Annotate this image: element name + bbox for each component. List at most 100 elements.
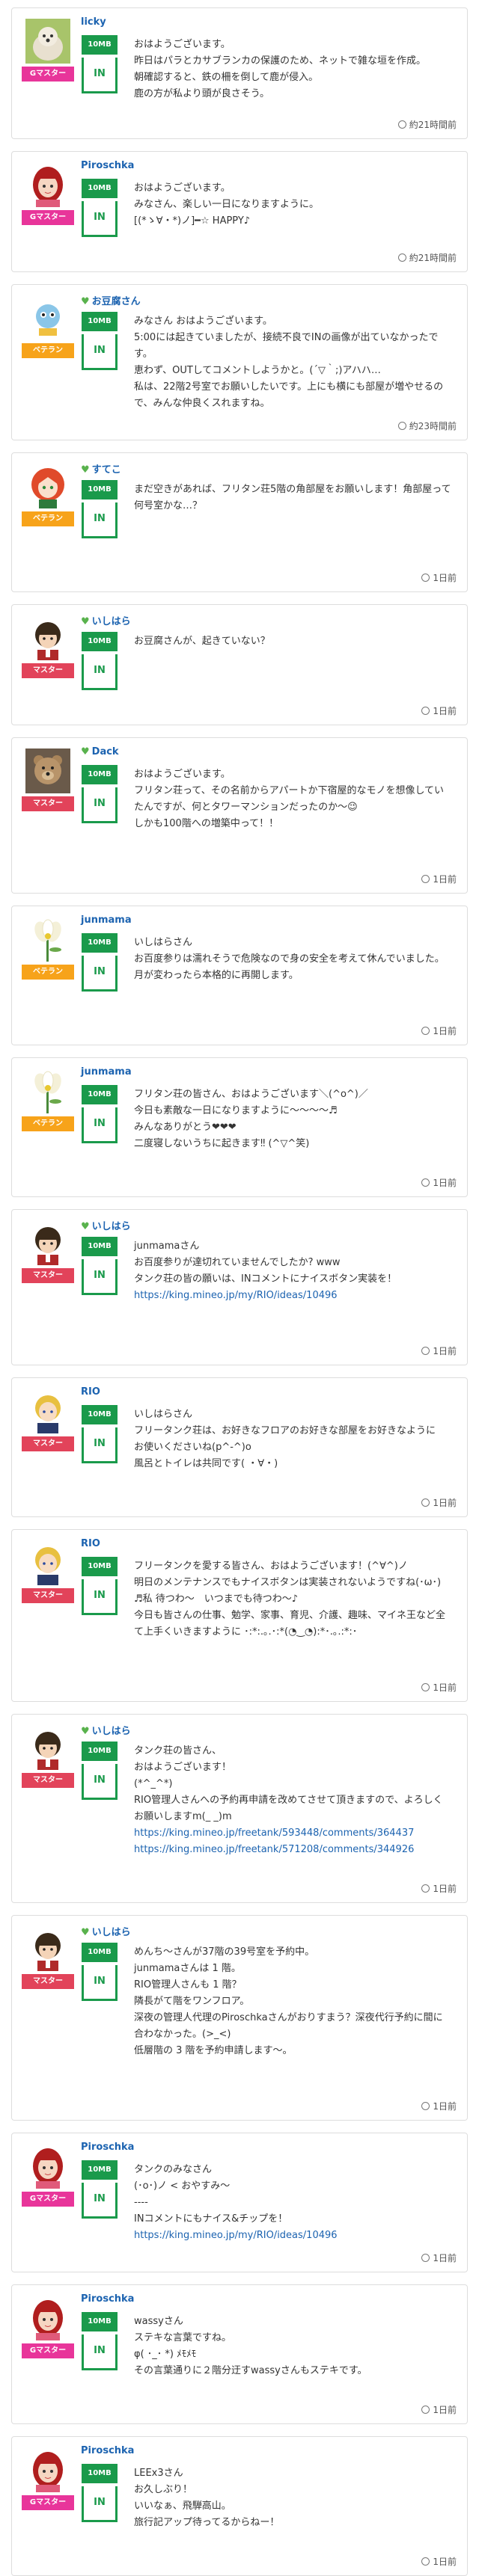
comment-body: おはようございます。 フリタン荘って、その名前からアパートか下宿屋的なモノを想像し…	[134, 766, 452, 832]
username-text[interactable]: いしはら	[92, 1726, 131, 1737]
avatar[interactable]	[25, 1725, 70, 1770]
avatar[interactable]	[25, 917, 70, 962]
beginner-leaf-icon: ♥	[81, 464, 90, 476]
username[interactable]: RIO	[81, 1386, 100, 1398]
avatar[interactable]	[25, 1220, 70, 1265]
username[interactable]: ♥ いしはら	[81, 1218, 131, 1232]
username[interactable]: ♥ いしはら	[81, 1723, 131, 1737]
timestamp-text: 1日前	[433, 2101, 457, 2112]
username[interactable]: Piroschka	[81, 2142, 134, 2153]
comment-text-line: 風呂とトイレは共同です( ・∀・)	[134, 1458, 278, 1469]
username[interactable]: ♥ いしはら	[81, 1924, 131, 1938]
comment-text-line: いいなぁ、飛騨高山。	[134, 2500, 231, 2512]
username[interactable]: junmama	[81, 1066, 132, 1078]
comment-card: マスター ♥ Dack 10MB IN おはようございます。 フリタン荘って、その名前からア…	[11, 737, 468, 894]
comment-body: wassyさん ステキな言葉ですね。 φ( ･_･ *) ﾒﾓﾒﾓ その言葉通りに２階…	[134, 2314, 452, 2379]
avatar[interactable]	[25, 615, 70, 660]
timestamp: 約21時間前	[397, 118, 457, 131]
username[interactable]: ♥ すてこ	[81, 461, 121, 476]
comment-card: Gマスター Piroschka 10MB IN wassyさん ステキな言葉ですね。 φ( …	[11, 2284, 468, 2424]
clock-icon	[421, 574, 430, 582]
comment-text-line: お使いくださいね(p^-^)o	[134, 1442, 251, 1453]
comment-card: Gマスター Piroschka 10MB IN おはようございます。 みなさん、楽しい一日…	[11, 151, 468, 272]
avatar[interactable]	[25, 2296, 70, 2340]
avatar[interactable]	[25, 2144, 70, 2189]
anime-girl-icon	[25, 464, 70, 508]
username-text[interactable]: RIO	[81, 1386, 100, 1398]
username-text[interactable]: いしはら	[92, 616, 131, 627]
red-hair-woman-icon	[25, 2144, 70, 2189]
username-text[interactable]: Dack	[92, 746, 119, 757]
username-text[interactable]: junmama	[81, 914, 132, 926]
username-text[interactable]: junmama	[81, 1066, 132, 1078]
username[interactable]: RIO	[81, 1538, 100, 1549]
data-plan-label: 10MB	[82, 1943, 118, 1962]
username[interactable]: Piroschka	[81, 2293, 134, 2305]
data-plan-label: 10MB	[82, 179, 118, 198]
tank-in-icon: IN	[82, 502, 118, 538]
timestamp: 約21時間前	[397, 251, 457, 264]
username-text[interactable]: RIO	[81, 1538, 100, 1549]
comment-body: フリタン荘の皆さん、おはようございます＼(^o^)／ 今日も素敵な一日になりますよ…	[134, 1086, 452, 1152]
username-text[interactable]: お豆腐さん	[92, 296, 141, 307]
comment-link[interactable]: https://king.mineo.jp/freetank/593448/co…	[134, 1825, 452, 1842]
comment-card: マスター RIO 10MB IN フリータンクを愛する皆さん、おはようございます！(^∀…	[11, 1529, 468, 1702]
avatar[interactable]	[25, 2447, 70, 2492]
username-text[interactable]: いしはら	[92, 1221, 131, 1232]
comment-body: いしはらさん フリータンク荘は、お好きなフロアのお好きな部屋をお好きなように お使い…	[134, 1407, 452, 1472]
username-text[interactable]: Piroschka	[81, 2142, 134, 2153]
comment-text-line: フリタン荘の皆さん、おはようございます＼(^o^)／	[134, 1089, 368, 1100]
username[interactable]: ♥ お豆腐さん	[81, 293, 141, 307]
avatar[interactable]	[25, 19, 70, 64]
rank-badge: マスター	[22, 1436, 74, 1451]
comment-card: ベテラン junmama 10MB IN フリタン荘の皆さん、おはようございます＼(^o…	[11, 1057, 468, 1197]
username-text[interactable]: いしはら	[92, 1927, 131, 1938]
username-text[interactable]: すてこ	[92, 464, 121, 476]
comment-text-line: おはようございます。	[134, 39, 231, 50]
comment-text-line: いしはらさん	[134, 1409, 193, 1420]
timestamp-text: 約23時間前	[409, 421, 457, 431]
comment-link[interactable]: https://king.mineo.jp/freetank/571208/co…	[134, 1842, 452, 1858]
username-text[interactable]: Piroschka	[81, 2293, 134, 2305]
username[interactable]: licky	[81, 16, 106, 28]
comment-text-line: おはようございます。	[134, 769, 231, 780]
username-text[interactable]: Piroschka	[81, 2445, 134, 2456]
avatar[interactable]	[25, 1926, 70, 1971]
tank-in-icon: IN	[82, 2486, 118, 2522]
username[interactable]: ♥ いしはら	[81, 613, 131, 627]
comment-text-line: 明日のメンテナンスでもナイスボタンは実装されないようですね(･ω･)	[134, 1577, 442, 1588]
comment-link[interactable]: https://king.mineo.jp/my/RIO/ideas/10496	[134, 2228, 452, 2244]
comment-text-line: junmamaさんは 1 階。	[134, 1963, 241, 1974]
username[interactable]: Piroschka	[81, 160, 134, 171]
avatar[interactable]	[25, 1069, 70, 1113]
avatar[interactable]	[25, 295, 70, 340]
avatar[interactable]	[25, 464, 70, 508]
comment-link[interactable]: https://king.mineo.jp/my/RIO/ideas/10496	[134, 1288, 452, 1304]
comment-text-line: 今日も素敵な一日になりますように〜〜〜〜♬	[134, 1105, 338, 1116]
avatar[interactable]	[25, 748, 70, 793]
rank-badge: ベテラン	[22, 965, 74, 980]
dog-icon	[25, 19, 70, 64]
boy-icon	[25, 1220, 70, 1265]
timestamp: 1日前	[421, 571, 457, 584]
username[interactable]: ♥ Dack	[81, 746, 119, 757]
timestamp-text: 1日前	[433, 706, 457, 716]
data-plan-label: 10MB	[82, 632, 118, 651]
avatar[interactable]	[25, 162, 70, 207]
username-text[interactable]: Piroschka	[81, 160, 134, 171]
comment-body: フリータンクを愛する皆さん、おはようございます！(^∀^)ノ 明日のメンテナンスで…	[134, 1558, 452, 1641]
comment-card: ベテラン ♥ お豆腐さん 10MB IN みなさん おはようございます。 5:00には起きて…	[11, 284, 468, 440]
tank-in-icon: IN	[82, 58, 118, 93]
username[interactable]: junmama	[81, 914, 132, 926]
beginner-leaf-icon: ♥	[81, 746, 90, 757]
rank-badge: マスター	[22, 796, 74, 811]
username[interactable]: Piroschka	[81, 2445, 134, 2456]
avatar[interactable]	[25, 1389, 70, 1433]
comment-text-line: 昨日はパラとカサブランカの保護のため、ネットで雑な垣を作成。	[134, 55, 427, 67]
username-text[interactable]: licky	[81, 16, 106, 28]
comment-body: お豆腐さんが、起きていない？	[134, 633, 452, 650]
comment-card: マスター ♥ いしはら 10MB IN junmamaさん お百度参りが達切れていませんでし…	[11, 1209, 468, 1365]
clock-icon	[421, 707, 430, 715]
comment-body: おはようございます。昨日はパラとカサブランカの保護のため、ネットで雑な垣を作成。…	[134, 37, 452, 102]
avatar[interactable]	[25, 1540, 70, 1585]
